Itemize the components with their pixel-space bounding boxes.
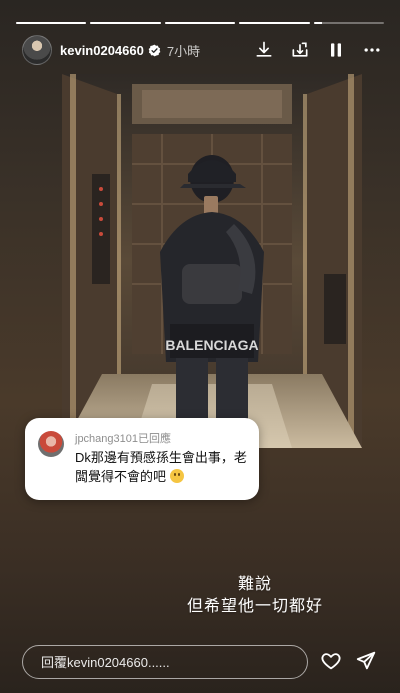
post-time: 7小時 xyxy=(166,43,201,59)
reply-bar[interactable] xyxy=(22,645,308,679)
reply-sticker-card[interactable]: jpchang3101已回應 Dk那邊有預感孫生會出事，老闆覺得不會的吧 xyxy=(25,418,259,500)
verified-badge-icon xyxy=(148,44,161,56)
heart-icon[interactable] xyxy=(320,650,342,672)
commenter-avatar xyxy=(38,431,64,457)
avatar[interactable] xyxy=(22,35,52,65)
elevator-selfie-image: BALENCIAGA xyxy=(62,74,362,448)
header-actions xyxy=(254,40,382,60)
story-viewer: kevin0204660 7小時 BALENCIAGA jpchang3101已… xyxy=(0,0,400,693)
comment-text: Dk那邊有預感孫生會出事，老闆覺得不會的吧 xyxy=(75,448,251,486)
caption-line-1: 難說 xyxy=(237,576,272,593)
commenter-username: jpchang3101已回應 xyxy=(75,433,172,445)
pause-icon[interactable] xyxy=(326,40,346,60)
reply-input[interactable] xyxy=(39,653,293,671)
progress-segment-active xyxy=(313,22,385,24)
progress-segment xyxy=(239,22,310,24)
more-icon[interactable] xyxy=(362,40,382,60)
comment-body: Dk那邊有預感孫生會出事，老闆覺得不會的吧 xyxy=(75,450,247,484)
progress-segment xyxy=(90,22,161,24)
share-to-icon[interactable] xyxy=(290,40,310,60)
progress-segment xyxy=(16,22,87,24)
send-icon[interactable] xyxy=(355,650,377,672)
svg-text:BALENCIAGA: BALENCIAGA xyxy=(165,337,258,353)
caption-line-2: 但希望他一切都好 xyxy=(186,598,323,615)
story-header: kevin0204660 7小時 xyxy=(22,35,382,65)
story-progress xyxy=(16,22,385,24)
progress-segment xyxy=(164,22,236,24)
story-caption: 難說 但希望他一切都好 xyxy=(160,574,350,618)
username[interactable]: kevin0204660 xyxy=(60,43,144,58)
story-photo: BALENCIAGA xyxy=(62,74,362,448)
confounded-face-emoji-icon xyxy=(169,469,184,483)
download-icon[interactable] xyxy=(254,40,274,60)
